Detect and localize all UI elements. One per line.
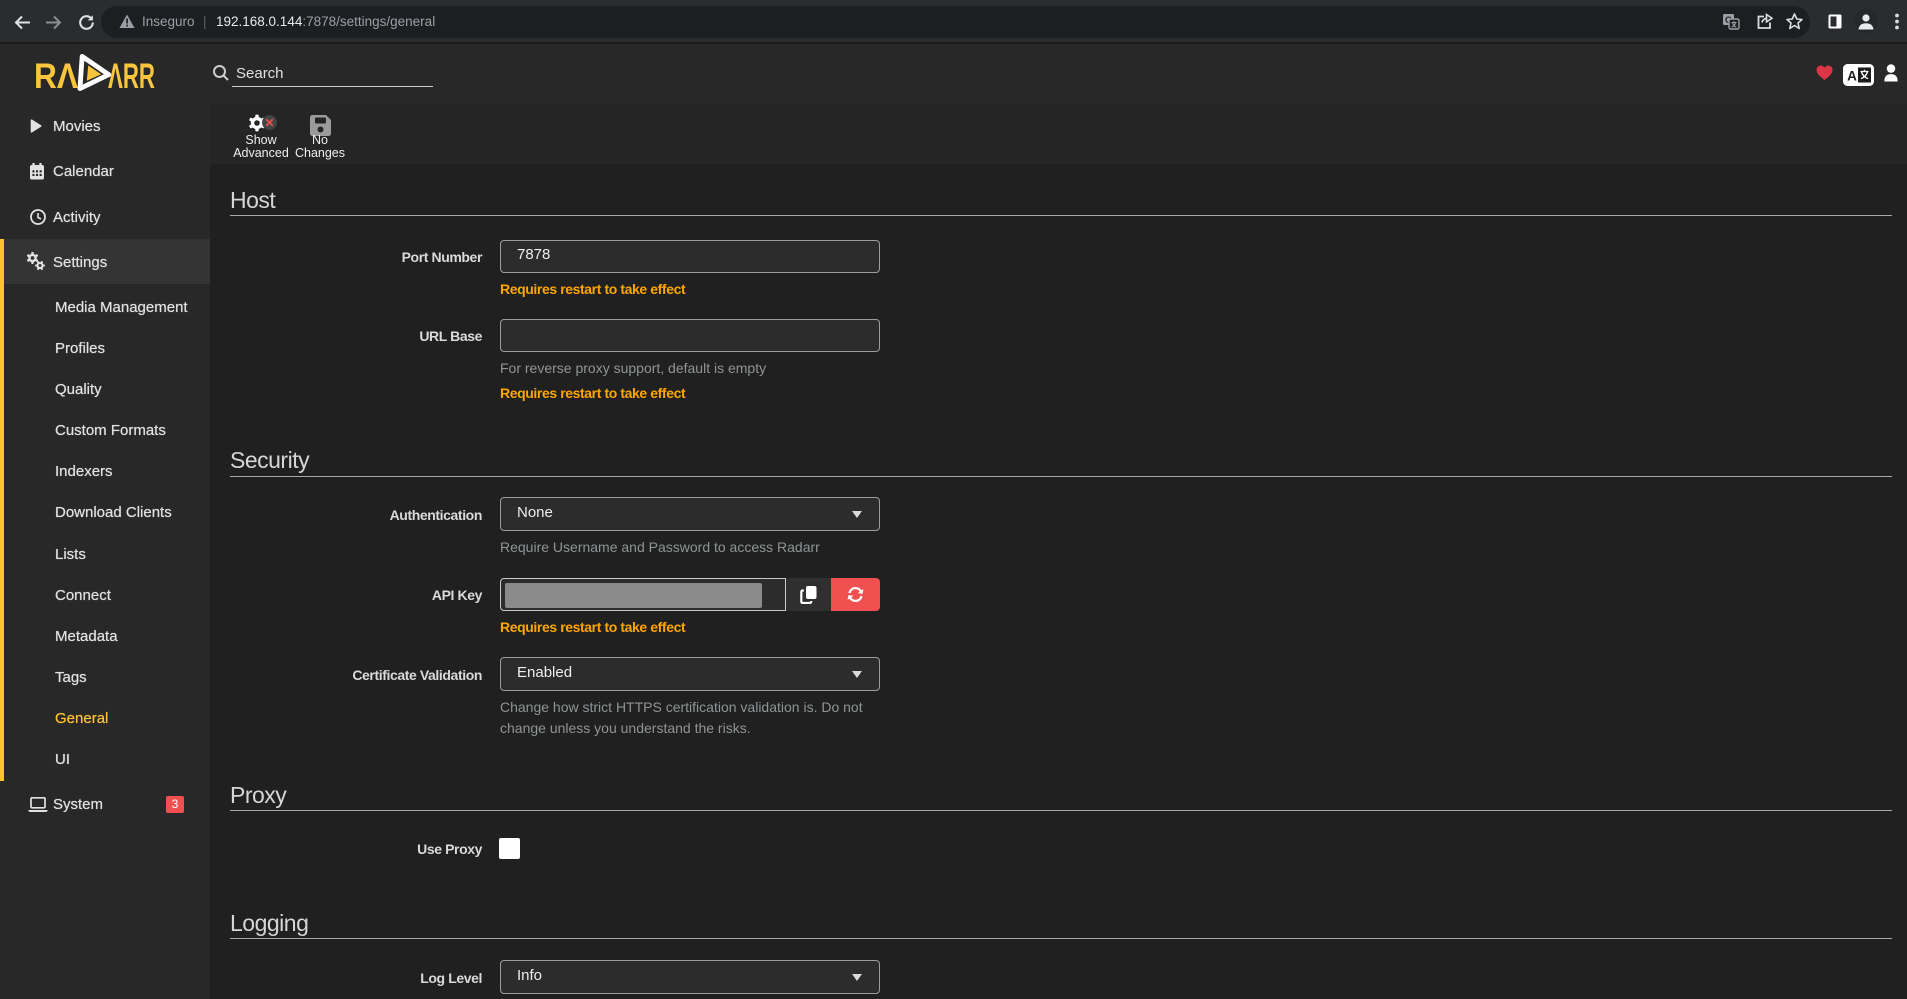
svg-text:RΛ: RΛ [34,56,78,96]
svg-text:ΛRR: ΛRR [108,56,155,96]
svg-text:A: A [1847,69,1857,84]
